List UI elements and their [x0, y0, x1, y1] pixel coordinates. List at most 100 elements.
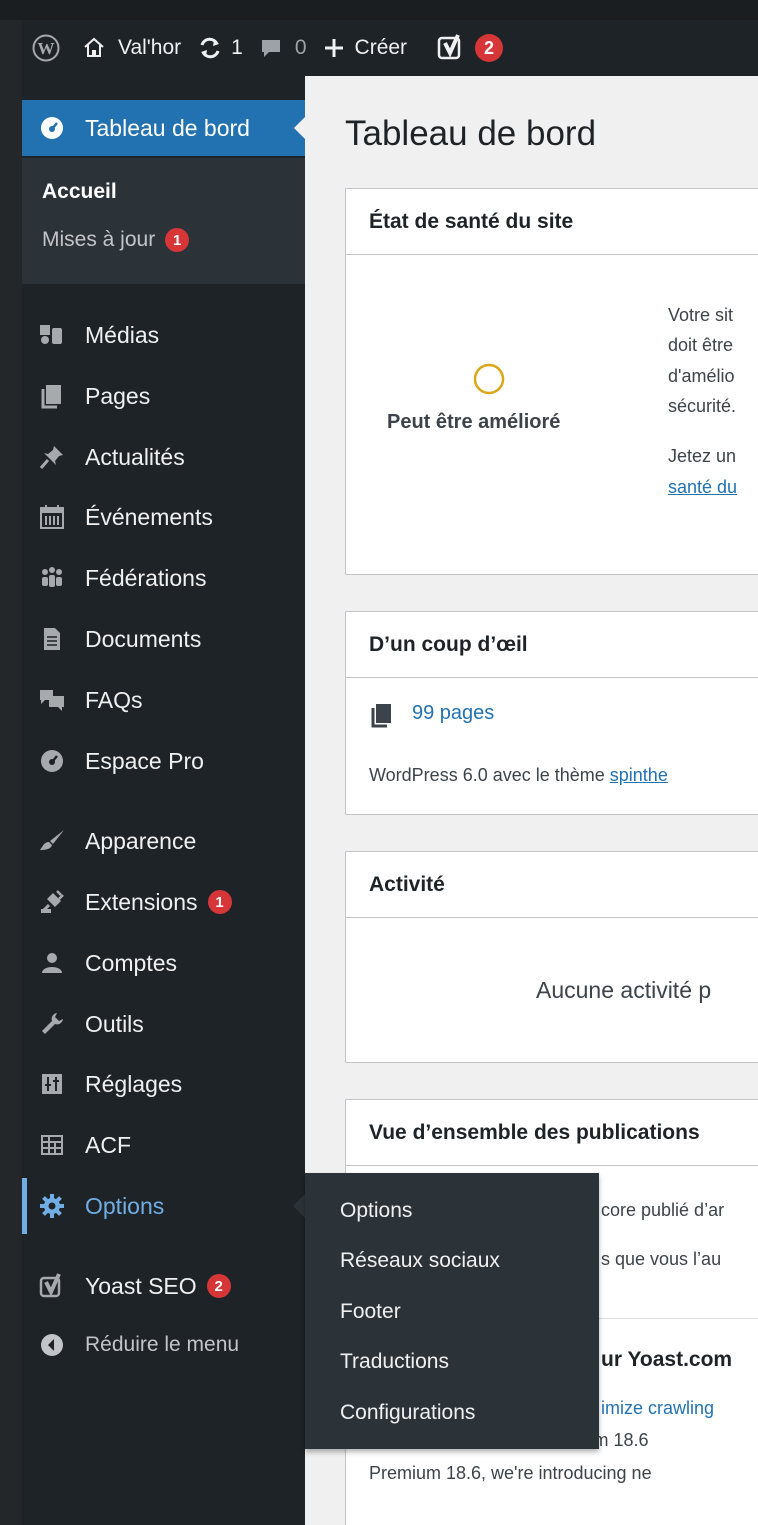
flyout-item-configurations[interactable]: Configurations: [340, 1401, 475, 1425]
comment-icon: [261, 40, 280, 57]
widget-title: D’un coup d’œil: [346, 612, 758, 678]
sidebar-item-news[interactable]: Actualités: [22, 429, 305, 485]
admin-bar: W Val'hor 1 0 Créer 2: [22, 20, 758, 76]
sidebar-item-label: FAQs: [85, 686, 143, 713]
comments-link[interactable]: 0: [251, 20, 315, 76]
sidebar-item-pages[interactable]: Pages: [22, 368, 305, 424]
flyout-item-social-networks[interactable]: Réseaux sociaux: [340, 1249, 500, 1273]
site-name: Val'hor: [118, 36, 182, 59]
sidebar-item-label: Réglages: [85, 1070, 183, 1097]
sidebar-item-label: ACF: [85, 1131, 131, 1158]
sidebar-item-label: Apparence: [85, 827, 197, 854]
health-text-line: Votre sit: [668, 305, 734, 325]
plugin-icon: [36, 886, 68, 918]
extensions-badge: 1: [207, 890, 232, 914]
sidebar-item-federations[interactable]: Fédérations: [22, 550, 305, 606]
health-text-line: Jetez un: [668, 446, 737, 466]
widget-title: Vue d’ensemble des publications: [346, 1100, 758, 1166]
sidebar-item-label: Documents: [85, 625, 202, 652]
wordpress-version-text: WordPress 6.0 avec le thème spinthe: [369, 765, 668, 786]
sidebar-item-extensions[interactable]: Extensions 1: [22, 874, 305, 930]
at-a-glance-widget: D’un coup d’œil 99 pages WordPress 6.0 a…: [345, 611, 758, 815]
gauge-icon: [36, 112, 68, 144]
sidebar-item-media[interactable]: Médias: [22, 307, 305, 363]
sidebar-item-accounts[interactable]: Comptes: [22, 935, 305, 991]
health-text-line: doit être: [668, 335, 734, 355]
submenu-item-home[interactable]: Accueil: [42, 180, 117, 204]
sidebar-item-label: Espace Pro: [85, 747, 204, 774]
updates-link[interactable]: 1: [189, 20, 251, 76]
sidebar-item-label: Options: [85, 1192, 165, 1219]
flyout-item-options[interactable]: Options: [340, 1199, 412, 1223]
table-icon: [36, 1129, 68, 1161]
sidebar-item-label: Actualités: [85, 443, 185, 470]
sidebar-item-label: Extensions: [85, 888, 198, 915]
collapse-icon: [36, 1329, 68, 1361]
sidebar-item-options[interactable]: Options: [22, 1178, 305, 1234]
refresh-icon: [200, 37, 220, 59]
yoast-adminbar-link[interactable]: 2: [415, 20, 511, 76]
flyout-item-footer[interactable]: Footer: [340, 1300, 401, 1324]
wordpress-logo-button[interactable]: W: [22, 20, 74, 76]
gear-icon: [36, 1190, 68, 1222]
sidebar-item-acf[interactable]: ACF: [22, 1117, 305, 1173]
sidebar-item-label: Fédérations: [85, 564, 207, 591]
pages-icon: [36, 380, 68, 412]
yoast-news-title: ur Yoast.com: [601, 1348, 733, 1371]
pin-icon: [36, 441, 68, 473]
home-icon: [84, 37, 104, 57]
page-title: Tableau de bord: [345, 114, 597, 153]
pages-icon: [371, 704, 391, 728]
sidebar-item-events[interactable]: Événements: [22, 489, 305, 545]
document-icon: [36, 623, 68, 655]
publications-text-line: core publié d’ar: [601, 1200, 725, 1220]
dashboard-submenu: Accueil Mises à jour 1: [22, 158, 305, 284]
health-text-line: d'amélio: [668, 366, 735, 386]
wordpress-logo-icon: W: [32, 34, 60, 62]
comments-count: 0: [294, 36, 307, 59]
sidebar-item-label: Médias: [85, 321, 160, 348]
window-top-edge: [0, 0, 758, 20]
health-text-line: sécurité.: [668, 396, 737, 416]
sidebar-item-label: Yoast SEO: [85, 1272, 197, 1299]
options-flyout-submenu: Options Réseaux sociaux Footer Traductio…: [305, 1173, 599, 1449]
yoast-icon: [437, 34, 461, 60]
plus-icon: [324, 39, 343, 57]
widget-title: Activité: [346, 852, 758, 918]
sidebar-item-label: Réduire le menu: [85, 1333, 240, 1356]
user-icon: [36, 947, 68, 979]
sidebar-item-dashboard[interactable]: Tableau de bord: [22, 100, 306, 156]
flyout-item-translations[interactable]: Traductions: [340, 1350, 449, 1374]
wrench-icon: [36, 1008, 68, 1040]
publications-text-line: s que vous l’au: [601, 1249, 722, 1269]
yoast-icon: [36, 1270, 68, 1302]
flyout-pointer-arrow: [293, 1194, 305, 1218]
yoast-news-text: Premium 18.6, we're introducing ne: [369, 1463, 652, 1483]
yoast-news-link[interactable]: imize crawling: [601, 1398, 714, 1419]
theme-link[interactable]: spinthe: [610, 765, 668, 785]
updates-badge: 1: [165, 228, 190, 252]
updates-count: 1: [231, 36, 243, 59]
pages-count-link[interactable]: 99 pages: [412, 702, 494, 725]
health-screen-link[interactable]: santé du: [668, 477, 737, 498]
sidebar-item-yoast[interactable]: Yoast SEO 2: [22, 1258, 305, 1314]
chat-bubbles-icon: [36, 684, 68, 716]
health-status-circle-icon: [473, 363, 505, 395]
collapse-menu-button[interactable]: Réduire le menu: [22, 1317, 305, 1373]
sidebar-item-espace-pro[interactable]: Espace Pro: [22, 733, 305, 789]
create-new-link[interactable]: Créer: [315, 20, 416, 76]
sidebar-item-label: Comptes: [85, 949, 178, 976]
window-left-edge: [0, 20, 22, 1525]
sidebar-item-appearance[interactable]: Apparence: [22, 813, 305, 869]
sidebar-item-tools[interactable]: Outils: [22, 996, 305, 1052]
brush-icon: [36, 825, 68, 857]
submenu-item-updates[interactable]: Mises à jour 1: [42, 228, 190, 252]
sidebar-item-label: Événements: [85, 503, 213, 530]
site-name-link[interactable]: Val'hor: [74, 20, 189, 76]
sidebar-item-settings[interactable]: Réglages: [22, 1056, 305, 1112]
yoast-sidebar-badge: 2: [206, 1274, 231, 1298]
version-label: WordPress 6.0 avec le thème: [369, 765, 610, 785]
sidebar-item-documents[interactable]: Documents: [22, 611, 305, 667]
media-icon: [36, 319, 68, 351]
sidebar-item-faqs[interactable]: FAQs: [22, 672, 305, 728]
